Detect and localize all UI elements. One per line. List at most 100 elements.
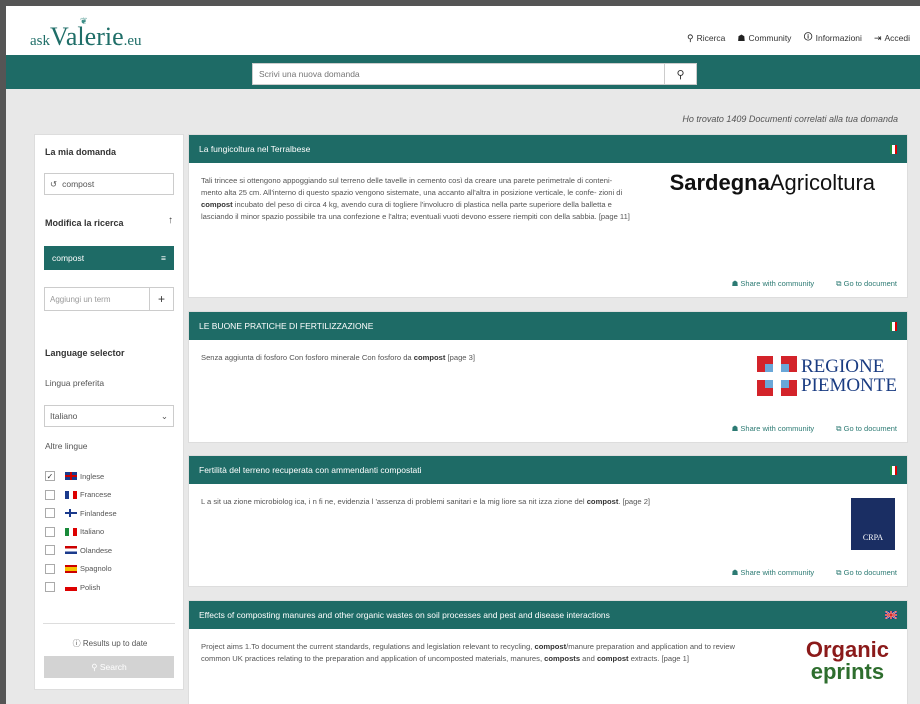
language-item[interactable]: Finlandese [45, 504, 117, 523]
it-flag-icon [65, 527, 77, 536]
go-to-document-link[interactable]: ⧉ Go to document [836, 279, 897, 289]
preferred-language-value: Italiano [50, 411, 78, 421]
result-body: Tali trincee si ottengono appoggiando su… [189, 163, 907, 235]
card-actions: ☗ Share with community ⧉ Go to document [732, 279, 897, 289]
checkbox[interactable] [45, 582, 55, 593]
language-item[interactable]: Olandese [45, 541, 117, 560]
language-label: Finlandese [80, 508, 117, 518]
snippet-text: extracts. [page 1] [628, 654, 689, 663]
language-label: Italiano [80, 527, 105, 537]
es-flag-icon [65, 564, 77, 573]
logo-text: REGIONE PIEMONTE [801, 357, 897, 395]
nav-community[interactable]: ☗ Community [737, 30, 791, 46]
checkbox[interactable] [45, 489, 55, 500]
results-status-text: Results up to date [82, 639, 148, 648]
logo-text: Sardegna [669, 170, 770, 195]
language-label: Francese [80, 490, 112, 500]
nav-ricerca[interactable]: ⚲ Ricerca [687, 30, 725, 46]
language-item[interactable]: Polish [45, 578, 117, 597]
logo-text: Agricoltura [769, 170, 875, 195]
menu-icon[interactable]: ≡ [161, 253, 166, 263]
term-chip-label: compost [52, 253, 85, 263]
snippet-text: incubato del peso di circa 4 kg, avendo … [201, 200, 630, 221]
logo-line: eprints [810, 659, 885, 684]
card-actions: ☗ Share with community ⧉ Go to document [732, 568, 897, 578]
nav-accedi[interactable]: ⇥ Accedi [874, 30, 910, 46]
language-label: Spagnolo [80, 564, 112, 574]
result-count: Ho trovato 1409 Documenti correlati alla… [682, 114, 898, 124]
share-with-community-link[interactable]: ☗ Share with community [732, 424, 815, 434]
share-label: Share with community [740, 424, 815, 433]
nl-flag-icon [65, 546, 77, 555]
nav-informazioni[interactable]: 🛈 Informazioni [803, 30, 862, 46]
checkbox-checked[interactable]: ✓ [45, 471, 55, 482]
language-item[interactable]: Francese [45, 486, 117, 505]
goto-label: Go to document [843, 424, 897, 433]
search-button[interactable]: ⚲ [664, 64, 696, 84]
other-languages-label: Altre lingue [45, 441, 88, 451]
it-flag-icon [890, 144, 897, 154]
logo-line: Organic [805, 637, 889, 662]
search-bar: ⚲ [6, 55, 920, 89]
go-to-document-link[interactable]: ⧉ Go to document [836, 424, 897, 434]
nav-label: Accedi [884, 33, 910, 43]
external-link-icon: ⧉ [836, 279, 844, 288]
language-selector-title: Language selector [45, 348, 125, 358]
source-logo: Organic eprints [806, 639, 889, 683]
result-body: L a sit ua zione microbiolog ica, i n fi… [189, 484, 907, 550]
it-flag-icon [890, 465, 897, 475]
info-icon: ⓘ [72, 639, 83, 648]
preferred-language-select[interactable]: Italiano ⌄ [44, 405, 174, 427]
snippet-text: and [580, 654, 597, 663]
logo-line: PIEMONTE [800, 375, 897, 396]
add-term-input[interactable]: Aggiungi un term [45, 288, 149, 310]
question-field[interactable]: ↺ compost [44, 173, 174, 195]
nav-label: Ricerca [696, 33, 726, 43]
checkbox[interactable] [45, 526, 55, 537]
sidebar: La mia domanda ↺ compost Modifica la rice… [34, 134, 184, 690]
checkbox[interactable] [45, 508, 55, 519]
nav-label: Informazioni [815, 33, 862, 43]
language-label: Inglese [80, 471, 105, 481]
nav-label: Community [748, 33, 792, 43]
result-title[interactable]: LE BUONE PRATICHE DI FERTILIZZAZIONE [199, 321, 373, 331]
result-title[interactable]: La fungicoltura nel Terralbese [199, 144, 310, 154]
term-chip[interactable]: compost ≡ [44, 246, 174, 270]
piemonte-emblem-icon [756, 356, 797, 396]
result-title-bar[interactable]: Fertilità del terreno recuperata con amm… [189, 456, 907, 484]
snippet-text: [page 3] [445, 353, 475, 362]
site-logo[interactable]: askValerie.eu ❦ [30, 16, 142, 52]
result-card: La fungicoltura nel Terralbese Tali trin… [188, 134, 908, 298]
source-logo: CRPA [851, 498, 895, 550]
language-item[interactable]: Spagnolo [45, 560, 117, 579]
source-logo: REGIONE PIEMONTE [756, 356, 897, 396]
search-icon: ⚲ [686, 32, 694, 43]
go-to-document-link[interactable]: ⧉ Go to document [836, 568, 897, 578]
language-item[interactable]: ✓ Inglese [45, 467, 117, 486]
share-with-community-link[interactable]: ☗ Share with community [732, 568, 815, 578]
share-label: Share with community [740, 568, 815, 577]
snippet-text: L a sit ua zione microbiolog ica, i n fi… [201, 497, 587, 506]
up-arrow-icon[interactable]: ↑ [168, 215, 173, 226]
search-input[interactable] [253, 64, 664, 84]
checkbox[interactable] [45, 545, 55, 556]
language-item[interactable]: Italiano [45, 523, 117, 542]
add-term-field[interactable]: Aggiungi un term + [44, 287, 174, 311]
info-icon: 🛈 [803, 32, 813, 42]
login-icon: ⇥ [873, 32, 882, 43]
community-icon: ☗ [737, 32, 746, 43]
checkbox[interactable] [45, 563, 55, 574]
result-card: Fertilità del terreno recuperata con amm… [188, 455, 908, 587]
sidebar-search-button[interactable]: ⚲ Search [44, 656, 174, 678]
snippet-highlight: compost [534, 642, 567, 651]
result-title-bar[interactable]: LE BUONE PRATICHE DI FERTILIZZAZIONE [189, 312, 907, 340]
share-with-community-link[interactable]: ☗ Share with community [732, 279, 815, 289]
result-title-bar[interactable]: Effects of composting manures and other … [189, 601, 907, 629]
search-icon: ⚲ [91, 661, 100, 672]
result-title[interactable]: Fertilità del terreno recuperata con amm… [199, 465, 422, 475]
result-title[interactable]: Effects of composting manures and other … [199, 610, 610, 620]
result-title-bar[interactable]: La fungicoltura nel Terralbese [189, 135, 907, 163]
uk-flag-icon [885, 611, 897, 619]
add-term-button[interactable]: + [149, 288, 173, 310]
card-actions: ☗ Share with community ⧉ Go to document [732, 424, 897, 434]
